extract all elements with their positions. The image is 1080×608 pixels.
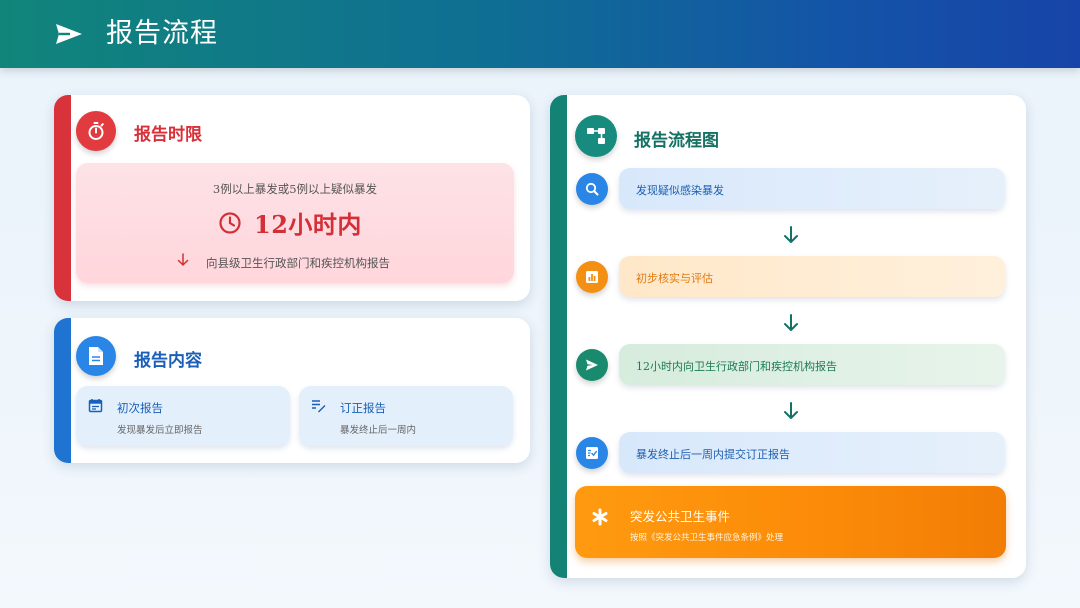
send-icon	[576, 349, 608, 381]
outbreak-condition: 3例以上暴发或5例以上疑似暴发	[212, 182, 378, 196]
emergency-event-panel: 突发公共卫生事件 按照《突发公共卫生事件应急条例》处理	[575, 486, 1006, 558]
card-accent-bar	[54, 318, 71, 463]
step-label: 暴发终止后一周内提交订正报告	[636, 448, 790, 461]
search-icon	[576, 173, 608, 205]
card-title: 报告内容	[134, 351, 202, 371]
header-bar: 报告流程	[0, 0, 1080, 68]
card-title: 报告时限	[134, 125, 202, 145]
flow-step-verify: 初步核实与评估	[619, 256, 1005, 297]
step-label: 12小时内向卫生行政部门和疾控机构报告	[636, 360, 837, 373]
item-desc: 暴发终止后一周内	[340, 425, 417, 436]
deadline-panel: 3例以上暴发或5例以上疑似暴发 12小时内 向县级卫生行政部门和疾控机构报告	[76, 163, 514, 283]
arrow-down-icon	[784, 402, 798, 419]
stopwatch-icon	[76, 111, 116, 151]
flow-step-report: 12小时内向卫生行政部门和疾控机构报告	[619, 344, 1005, 385]
item-desc: 发现暴发后立即报告	[117, 425, 203, 436]
edit-list-icon	[312, 400, 326, 413]
report-target: 向县级卫生行政部门和疾控机构报告	[206, 256, 390, 270]
item-title: 初次报告	[117, 401, 163, 415]
arrow-down-icon	[784, 314, 798, 331]
flowchart-icon	[575, 115, 617, 157]
card-accent-bar	[54, 95, 71, 301]
checklist-icon	[576, 437, 608, 469]
bar-chart-icon	[576, 261, 608, 293]
card-accent-bar	[550, 95, 567, 578]
arrow-down-icon	[784, 226, 798, 243]
deadline-value: 12小时内	[254, 210, 362, 239]
flow-step-discover: 发现疑似感染暴发	[619, 168, 1005, 209]
report-content-card: 报告内容 初次报告 发现暴发后立即报告 订正报告 暴发终止后一周内	[54, 318, 530, 463]
initial-report-item: 初次报告 发现暴发后立即报告	[76, 386, 290, 446]
flowchart-card: 报告流程图 发现疑似感染暴发 初步核实与评估 12小时内向卫生行政部门和疾控机构…	[550, 95, 1026, 578]
time-limit-card: 报告时限 3例以上暴发或5例以上疑似暴发 12小时内 向县级卫生行政部门和疾控机…	[54, 95, 530, 301]
asterisk-icon	[592, 508, 608, 526]
paper-plane-icon	[56, 24, 82, 44]
document-icon	[76, 336, 116, 376]
page-title: 报告流程	[106, 18, 218, 49]
revision-report-item: 订正报告 暴发终止后一周内	[299, 386, 513, 446]
emergency-title: 突发公共卫生事件	[630, 509, 731, 524]
item-title: 订正报告	[340, 401, 386, 415]
clock-icon	[219, 212, 241, 234]
calendar-icon	[88, 399, 103, 413]
card-title: 报告流程图	[634, 131, 719, 151]
flow-step-revision: 暴发终止后一周内提交订正报告	[619, 432, 1005, 473]
emergency-desc: 按照《突发公共卫生事件应急条例》处理	[630, 533, 784, 543]
step-label: 发现疑似感染暴发	[636, 184, 724, 197]
arrow-down-icon	[177, 253, 189, 267]
step-label: 初步核实与评估	[636, 272, 713, 285]
